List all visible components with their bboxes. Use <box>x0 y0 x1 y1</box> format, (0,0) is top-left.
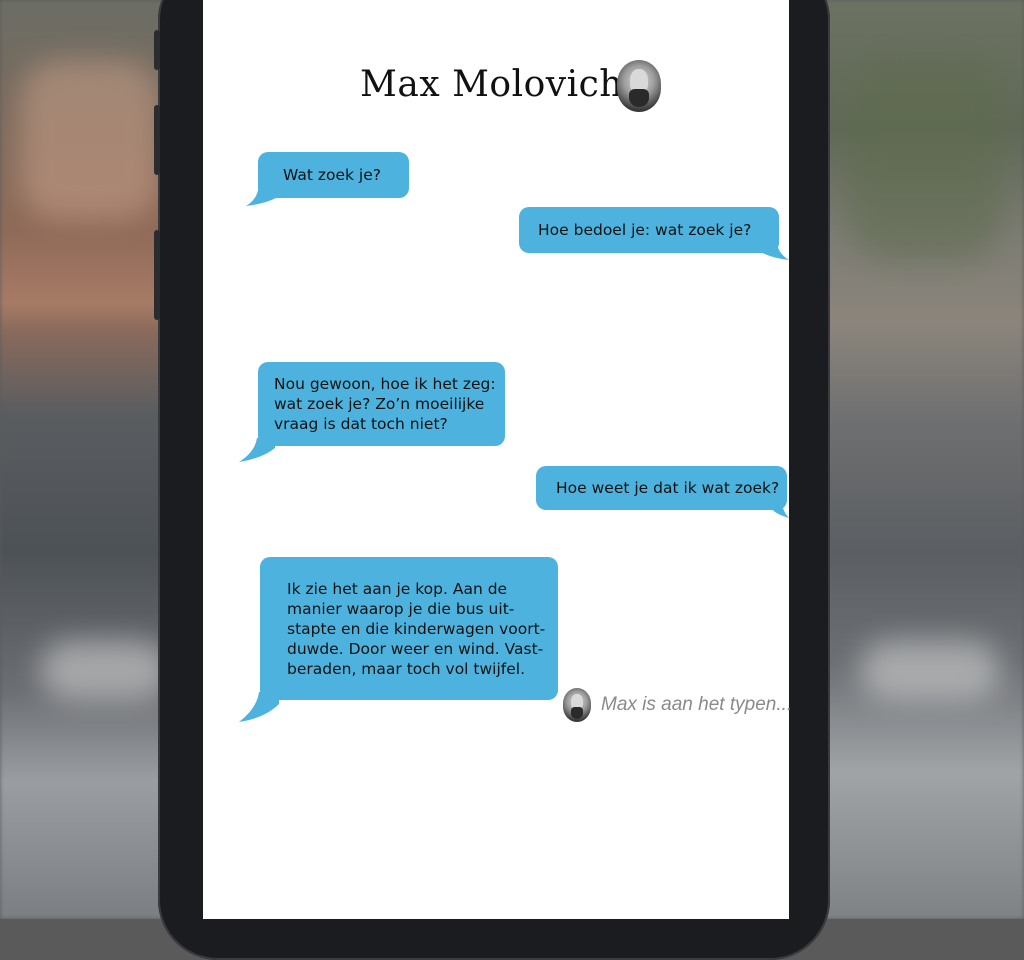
contact-name: Max Molovich <box>360 64 623 105</box>
typing-indicator: Max is aan het typen... <box>563 688 793 722</box>
bubble-tail <box>239 438 275 462</box>
message-text: Hoe bedoel je: wat zoek je? <box>538 221 752 239</box>
background-tree <box>850 60 1000 260</box>
contact-avatar-icon[interactable] <box>617 60 661 112</box>
chat-header: Max Molovich <box>203 56 789 116</box>
contact-avatar-icon <box>563 688 591 722</box>
message-bubble-received: Wat zoek je? <box>258 152 409 198</box>
bubble-tail <box>771 500 789 518</box>
message-text: Ik zie het aan je kop. Aan de manier waa… <box>287 580 546 678</box>
background-building <box>20 60 160 220</box>
message-bubble-sent: Hoe bedoel je: wat zoek je? <box>519 207 779 253</box>
chat-screen: Max Molovich Wat zoek je? Hoe bedoel je:… <box>203 0 792 919</box>
message-text: Nou gewoon, hoe ik het zeg: wat zoek je?… <box>274 375 496 433</box>
bubble-tail <box>761 244 789 260</box>
phone-volume-up-button <box>154 105 160 175</box>
bubble-tail <box>246 190 276 206</box>
background-road-marking <box>40 640 170 700</box>
typing-indicator-text: Max is aan het typen... <box>601 694 793 715</box>
phone-side-button <box>154 30 160 70</box>
message-bubble-sent: Hoe weet je dat ik wat zoek? <box>536 466 787 510</box>
phone-volume-down-button <box>154 230 160 320</box>
message-bubble-received: Ik zie het aan je kop. Aan de manier waa… <box>260 557 558 700</box>
bubble-tail <box>239 692 279 722</box>
message-text: Hoe weet je dat ik wat zoek? <box>556 479 780 497</box>
message-bubble-received: Nou gewoon, hoe ik het zeg: wat zoek je?… <box>258 362 505 446</box>
background-road-marking <box>860 640 1000 700</box>
message-text: Wat zoek je? <box>283 166 381 184</box>
